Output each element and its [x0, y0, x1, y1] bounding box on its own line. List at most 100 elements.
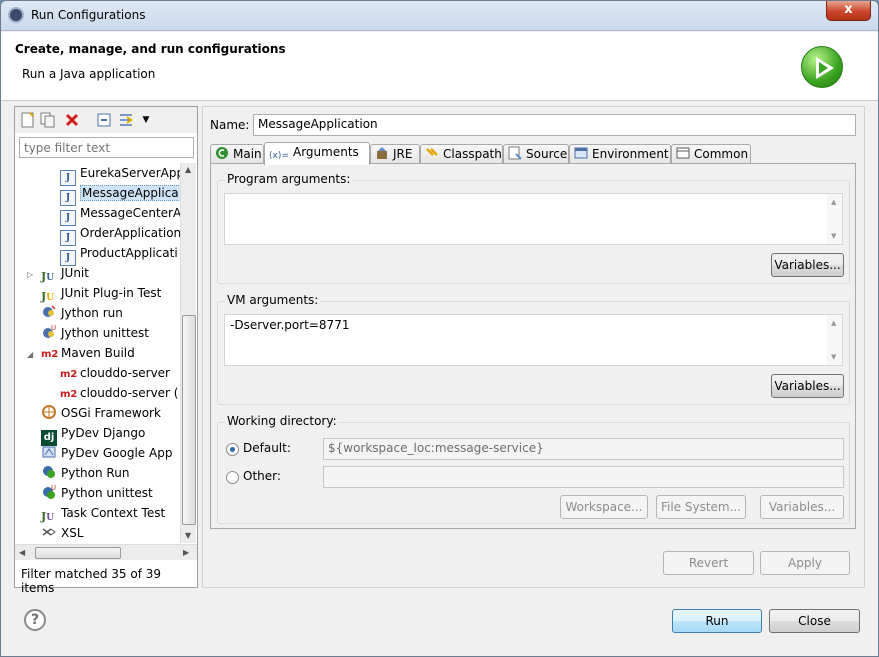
junit-plugin-icon: JU	[41, 290, 55, 303]
vm-variables-button[interactable]: Variables...	[771, 374, 844, 398]
common-tab-icon	[676, 146, 690, 160]
tree-item[interactable]: U Jython unittest	[41, 323, 149, 343]
tree-item[interactable]: ▷ JU JUnit	[27, 263, 89, 283]
configuration-editor: Name: MessageApplication Main (x)= Argume…	[202, 106, 865, 588]
tree-item-label: MessageApplica	[80, 185, 180, 201]
tab-arguments[interactable]: (x)= Arguments	[264, 142, 370, 165]
name-label: Name:	[210, 118, 250, 132]
django-icon: dj	[41, 426, 61, 446]
scroll-up-arrow-icon[interactable]: ▲	[831, 198, 836, 206]
tab-classpath[interactable]: Classpath	[420, 144, 503, 164]
maven-icon: m2	[41, 349, 59, 360]
eclipse-icon	[8, 7, 24, 23]
program-arguments-group: Program arguments: ▲ ▼ Variables...	[217, 172, 850, 284]
scroll-down-arrow-icon[interactable]: ▼	[185, 531, 191, 540]
scroll-right-arrow-icon[interactable]: ▶	[183, 548, 189, 557]
window-title: Run Configurations	[31, 8, 146, 22]
other-radio[interactable]	[226, 471, 239, 484]
revert-button[interactable]: Revert	[663, 551, 754, 575]
other-directory-field[interactable]	[323, 466, 844, 488]
tree-item-label: Jython unittest	[61, 326, 150, 340]
scroll-left-arrow-icon[interactable]: ◀	[19, 548, 25, 557]
tree-item[interactable]: XSL	[41, 523, 84, 543]
view-menu-chevron-down-icon[interactable]: ▼	[137, 111, 155, 129]
tab-environment[interactable]: Environment	[569, 144, 671, 164]
tree-item-label: Python Run	[61, 466, 130, 480]
tree-item-label: PyDev Django	[61, 426, 146, 440]
environment-tab-icon	[574, 146, 588, 160]
workspace-button[interactable]: Workspace...	[560, 495, 648, 519]
working-directory-label: Working directory:	[225, 414, 339, 428]
vm-args-scrollbar[interactable]: ▲ ▼	[827, 315, 842, 365]
working-dir-variables-button[interactable]: Variables...	[760, 495, 844, 519]
tree-item[interactable]: ◢ m2 Maven Build	[27, 343, 135, 363]
filter-input[interactable]	[19, 137, 194, 158]
tab-source[interactable]: Source	[503, 144, 569, 164]
new-configuration-icon[interactable]	[19, 111, 37, 129]
tree-item[interactable]: m2 clouddo-server	[60, 363, 170, 383]
collapse-all-icon[interactable]	[95, 111, 113, 129]
scroll-down-arrow-icon[interactable]: ▼	[831, 353, 836, 361]
help-icon[interactable]: ?	[24, 609, 46, 631]
default-label: Default:	[243, 441, 291, 455]
program-variables-button[interactable]: Variables...	[771, 253, 844, 277]
java-app-icon: J	[60, 226, 80, 246]
collapsed-triangle-icon[interactable]: ▷	[27, 265, 37, 285]
tree-item[interactable]: U Python unittest	[41, 483, 153, 503]
expanded-triangle-icon[interactable]: ◢	[27, 345, 37, 365]
java-app-icon: J	[60, 206, 80, 226]
tree-item[interactable]: J MessageCenterA	[60, 203, 180, 226]
tab-strip: Main (x)= Arguments JRE Classpath Source …	[210, 142, 856, 165]
scroll-up-arrow-icon[interactable]: ▲	[831, 319, 836, 327]
classpath-tab-icon	[425, 146, 439, 160]
java-app-icon: J	[60, 186, 80, 206]
tree-item-label: Task Context Test	[61, 506, 166, 520]
filter-icon[interactable]	[117, 111, 135, 129]
delete-icon[interactable]	[63, 111, 81, 129]
tree-item[interactable]: J OrderApplication	[60, 223, 180, 246]
tree-horizontal-scrollbar[interactable]: ◀ ▶	[15, 544, 197, 560]
tab-main[interactable]: Main	[210, 144, 264, 164]
tree-item-label: MessageCenterA	[80, 206, 180, 220]
run-large-icon	[801, 46, 843, 88]
run-button[interactable]: Run	[672, 609, 762, 633]
tab-jre[interactable]: JRE	[370, 144, 420, 164]
window-close-button[interactable]: x	[826, 1, 871, 21]
program-arguments-textarea[interactable]: ▲ ▼	[224, 193, 843, 245]
tree-item[interactable]: J MessageApplica	[60, 183, 180, 206]
java-app-icon: J	[60, 166, 80, 186]
vm-arguments-textarea[interactable]: -Dserver.port=8771 ▲ ▼	[224, 314, 843, 366]
jython-unittest-icon: U	[41, 324, 61, 340]
dialog-header: Create, manage, and run configurations R…	[1, 32, 878, 101]
tab-common[interactable]: Common	[671, 144, 751, 164]
tree-item[interactable]: dj PyDev Django	[41, 423, 146, 446]
tree-item[interactable]: J EurekaServerApp	[60, 163, 180, 186]
tree-item[interactable]: Python Run	[41, 463, 129, 483]
tree-item[interactable]: m2 clouddo-server (	[60, 383, 179, 403]
name-input[interactable]: MessageApplication	[253, 114, 856, 136]
apply-button[interactable]: Apply	[760, 551, 850, 575]
horizontal-scroll-thumb[interactable]	[35, 547, 121, 559]
scroll-up-arrow-icon[interactable]: ▲	[185, 165, 191, 174]
configuration-tree-panel: ▼ JEurekaServerAppJMessageApplicaJMessag…	[14, 106, 198, 595]
tree-item[interactable]: OSGi Framework	[41, 403, 161, 423]
vertical-scroll-thumb[interactable]	[182, 315, 196, 525]
tree-item[interactable]: JU JUnit Plug-in Test	[41, 283, 161, 303]
duplicate-icon[interactable]	[39, 111, 57, 129]
default-radio[interactable]	[226, 443, 239, 456]
run-configurations-dialog: Run Configurations x Create, manage, and…	[0, 0, 879, 657]
configuration-tree: J EurekaServerApp J MessageApplica J MessageC…	[15, 163, 180, 543]
tree-vertical-scrollbar[interactable]: ▲ ▼	[180, 163, 196, 543]
tree-item[interactable]: PyDev Google App	[41, 443, 172, 463]
arguments-tab-content: Program arguments: ▲ ▼ Variables... VM a…	[210, 163, 856, 529]
tree-item-label: XSL	[61, 526, 84, 540]
program-args-scrollbar[interactable]: ▲ ▼	[827, 194, 842, 244]
close-button[interactable]: Close	[769, 609, 860, 633]
tree-item-label: Maven Build	[61, 346, 135, 360]
python-icon	[41, 466, 61, 480]
tree-item[interactable]: JU Task Context Test	[41, 503, 165, 523]
file-system-button[interactable]: File System...	[656, 495, 746, 519]
scroll-down-arrow-icon[interactable]: ▼	[831, 232, 836, 240]
tree-item[interactable]: J ProductApplicati	[60, 243, 178, 266]
tree-item[interactable]: Jython run	[41, 303, 123, 323]
